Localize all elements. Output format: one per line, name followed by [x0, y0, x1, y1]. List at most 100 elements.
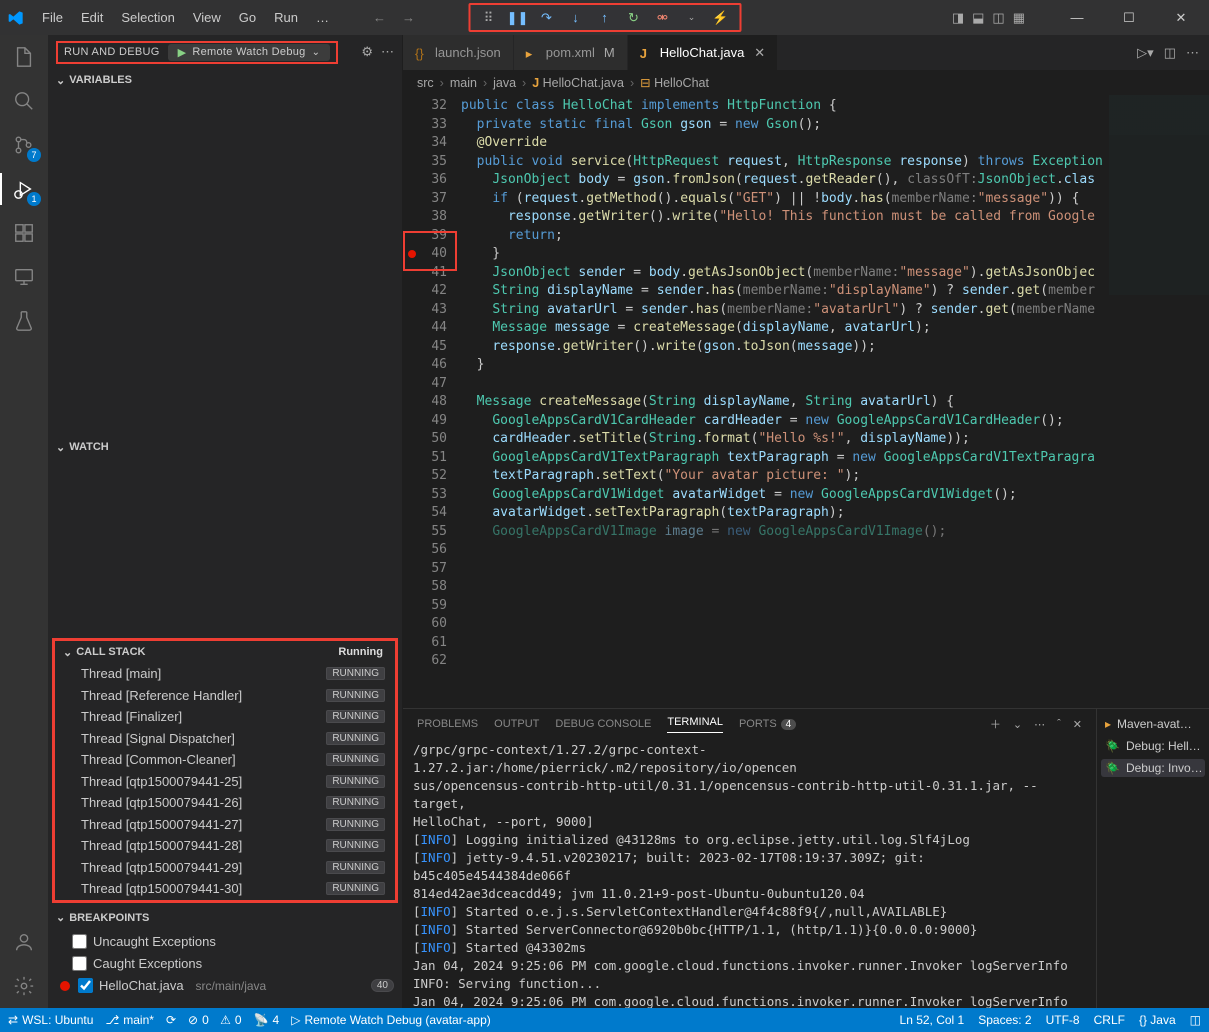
callstack-thread[interactable]: Thread [qtp1500079441-30]RUNNING: [55, 878, 395, 900]
callstack-thread[interactable]: Thread [Common-Cleaner]RUNNING: [55, 749, 395, 771]
test-icon[interactable]: [10, 307, 38, 335]
debug-icon[interactable]: 1: [10, 175, 38, 203]
restart-icon[interactable]: ↻: [625, 9, 642, 26]
panel-tab-ports[interactable]: PORTS4: [739, 718, 796, 730]
status-item[interactable]: UTF-8: [1046, 1013, 1080, 1027]
layout-icon[interactable]: ◨: [952, 10, 964, 26]
split-icon[interactable]: ◫: [1164, 45, 1176, 61]
status-item[interactable]: CRLF: [1094, 1013, 1125, 1027]
status-branch[interactable]: ⎇main*: [105, 1013, 154, 1027]
menu-view[interactable]: View: [185, 6, 229, 29]
callstack-thread[interactable]: Thread [qtp1500079441-28]RUNNING: [55, 835, 395, 857]
run-icon[interactable]: ▷▾: [1137, 45, 1154, 61]
panel-tab-debug-console[interactable]: DEBUG CONSOLE: [555, 718, 651, 730]
explorer-icon[interactable]: [10, 43, 38, 71]
nav-back-icon[interactable]: ←: [373, 10, 386, 25]
checkbox[interactable]: [72, 956, 87, 971]
callstack-thread[interactable]: Thread [main]RUNNING: [55, 663, 395, 685]
menu-go[interactable]: Go: [231, 6, 264, 29]
breadcrumb-item[interactable]: ⊟ HelloChat: [640, 75, 709, 90]
status-item[interactable]: {} Java: [1139, 1013, 1176, 1027]
status-debug[interactable]: ▷Remote Watch Debug (avatar-app): [291, 1013, 491, 1027]
minimap[interactable]: [1109, 95, 1209, 708]
breadcrumb-item[interactable]: java: [493, 76, 516, 90]
callstack-thread[interactable]: Thread [qtp1500079441-29]RUNNING: [55, 857, 395, 879]
code[interactable]: public class HelloChat implements HttpFu…: [461, 95, 1209, 708]
more-icon[interactable]: ⋯: [1034, 718, 1045, 731]
status-sync[interactable]: ⟳: [166, 1013, 176, 1027]
breadcrumb[interactable]: src›main›java›J HelloChat.java›⊟ HelloCh…: [403, 70, 1209, 95]
status-problems[interactable]: ⊘0 ⚠0: [188, 1013, 242, 1027]
status-remote[interactable]: ⇄WSL: Ubuntu: [8, 1013, 93, 1027]
panel-tab-terminal[interactable]: TERMINAL: [667, 716, 723, 733]
remote-icon[interactable]: [10, 263, 38, 291]
step-over-icon[interactable]: ↷: [538, 9, 555, 26]
maximize-icon[interactable]: ☐: [1109, 10, 1149, 26]
close-icon[interactable]: ✕: [1161, 10, 1201, 26]
breakpoint-file[interactable]: HelloChat.javasrc/main/java40: [48, 975, 402, 997]
terminal-list-item[interactable]: 🪲Debug: Invo…: [1101, 759, 1205, 777]
close-icon[interactable]: ✕: [754, 45, 765, 61]
layout-icon[interactable]: ▦: [1013, 10, 1025, 26]
status-item[interactable]: ◫: [1190, 1013, 1201, 1027]
menu-run[interactable]: Run: [266, 6, 306, 29]
terminal-output[interactable]: /grpc/grpc-context/1.27.2/grpc-context-1…: [403, 739, 1096, 1008]
status-item[interactable]: Spaces: 2: [978, 1013, 1031, 1027]
breadcrumb-item[interactable]: src: [417, 76, 434, 90]
account-icon[interactable]: [10, 928, 38, 956]
callstack-thread[interactable]: Thread [qtp1500079441-26]RUNNING: [55, 792, 395, 814]
terminal-list-item[interactable]: 🪲Debug: Hell…: [1101, 737, 1205, 755]
hot-reload-icon[interactable]: ⚡: [712, 9, 729, 26]
breadcrumb-item[interactable]: J HelloChat.java: [532, 76, 624, 90]
maximize-panel-icon[interactable]: ˆ: [1057, 718, 1061, 730]
callstack-thread[interactable]: Thread [qtp1500079441-25]RUNNING: [55, 771, 395, 793]
status-item[interactable]: Ln 52, Col 1: [900, 1013, 965, 1027]
tab-pom.xml[interactable]: ▸pom.xmlM: [514, 35, 628, 70]
scm-icon[interactable]: 7: [10, 131, 38, 159]
breakpoint-caught[interactable]: Caught Exceptions: [48, 953, 402, 975]
more-icon[interactable]: ⋯: [1186, 45, 1199, 61]
menu-file[interactable]: File: [34, 6, 71, 29]
layout-icon[interactable]: ⬓: [972, 10, 984, 26]
step-into-icon[interactable]: ↓: [567, 9, 584, 26]
extensions-icon[interactable]: [10, 219, 38, 247]
checkbox[interactable]: [78, 978, 93, 993]
tab-HelloChat.java[interactable]: JHelloChat.java✕: [628, 35, 778, 70]
pause-icon[interactable]: ❚❚: [509, 9, 526, 26]
callstack-section-header[interactable]: ⌄CALL STACKRunning: [55, 641, 395, 663]
breakpoint-uncaught[interactable]: Uncaught Exceptions: [48, 931, 402, 953]
menu-selection[interactable]: Selection: [113, 6, 182, 29]
editor-body[interactable]: 3233343536373839404142434445464748495051…: [403, 95, 1209, 708]
variables-section-header[interactable]: ⌄VARIABLES: [48, 69, 402, 91]
close-panel-icon[interactable]: ✕: [1073, 718, 1082, 731]
tab-launch.json[interactable]: {}launch.json: [403, 35, 514, 70]
disconnect-icon[interactable]: ⚮: [654, 9, 671, 26]
status-ports[interactable]: 📡4: [254, 1013, 280, 1027]
layout-icon[interactable]: ◫: [992, 10, 1004, 26]
breakpoints-section-header[interactable]: ⌄BREAKPOINTS: [48, 907, 402, 929]
callstack-thread[interactable]: Thread [qtp1500079441-27]RUNNING: [55, 814, 395, 836]
gear-icon[interactable]: [10, 972, 38, 1000]
watch-section-header[interactable]: ⌄WATCH: [48, 436, 402, 458]
menu-…[interactable]: …: [308, 6, 337, 29]
gutter[interactable]: 3233343536373839404142434445464748495051…: [403, 95, 461, 708]
menu-edit[interactable]: Edit: [73, 6, 111, 29]
terminal-list-item[interactable]: ▸Maven-avat…: [1101, 715, 1205, 733]
more-icon[interactable]: ⋯: [381, 44, 394, 60]
callstack-thread[interactable]: Thread [Reference Handler]RUNNING: [55, 685, 395, 707]
minimize-icon[interactable]: ―: [1057, 10, 1097, 25]
nav-forward-icon[interactable]: →: [402, 10, 415, 25]
callstack-thread[interactable]: Thread [Finalizer]RUNNING: [55, 706, 395, 728]
panel-tab-output[interactable]: OUTPUT: [494, 718, 539, 730]
chevron-down-icon[interactable]: ⌄: [1013, 718, 1022, 731]
step-out-icon[interactable]: ↑: [596, 9, 613, 26]
breakpoint-dot-icon[interactable]: [408, 250, 416, 258]
panel-tab-problems[interactable]: PROBLEMS: [417, 718, 478, 730]
breadcrumb-item[interactable]: main: [450, 76, 477, 90]
more-icon[interactable]: ⌄: [683, 9, 700, 26]
checkbox[interactable]: [72, 934, 87, 949]
drag-handle-icon[interactable]: ⠿: [480, 9, 497, 26]
gear-icon[interactable]: ⚙: [361, 44, 373, 60]
callstack-thread[interactable]: Thread [Signal Dispatcher]RUNNING: [55, 728, 395, 750]
debug-config-dropdown[interactable]: ▶ Remote Watch Debug ⌄: [168, 44, 331, 61]
